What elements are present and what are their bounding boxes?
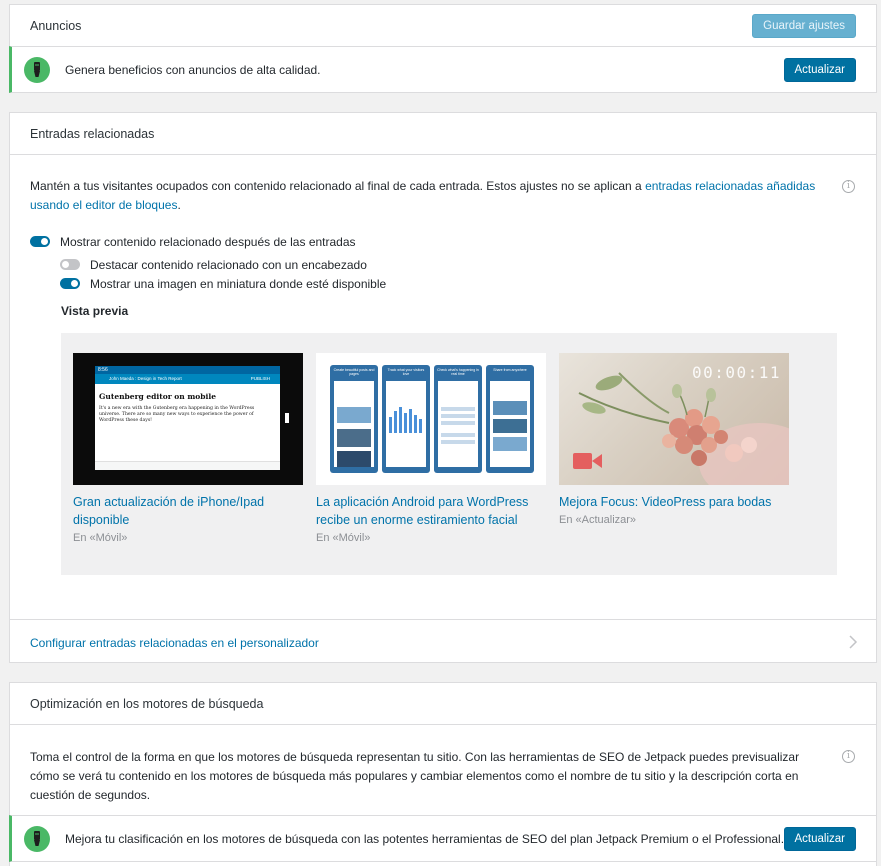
video-timecode: 00:00:11 xyxy=(691,363,781,382)
related-posts-card: Entradas relacionadas Mantén a tus visit… xyxy=(9,112,877,663)
related-post-thumbnail[interactable]: 8:56 John Maeda : Design in Tech Report … xyxy=(73,353,303,485)
seo-card-title: Optimización en los motores de búsqueda xyxy=(30,696,264,711)
seo-description: Toma el control de la forma en que los m… xyxy=(30,750,800,802)
ads-upgrade-nudge[interactable]: Genera beneficios con anuncios de alta c… xyxy=(9,46,877,93)
related-posts-description: Mantén a tus visitantes ocupados con con… xyxy=(30,179,816,212)
related-post-context: En «Actualizar» xyxy=(559,514,637,526)
ads-nudge-text: Genera beneficios con anuncios de alta c… xyxy=(65,62,321,77)
info-icon[interactable]: i xyxy=(842,750,855,763)
seo-nudge-text: Mejora tu clasificación en los motores d… xyxy=(65,831,785,846)
related-post-title[interactable]: La aplicación Android para WordPress rec… xyxy=(316,493,546,529)
ads-card-header: Anuncios Guardar ajustes xyxy=(10,5,876,47)
save-settings-button[interactable]: Guardar ajustes xyxy=(752,14,856,38)
seo-card-header: Optimización en los motores de búsqueda xyxy=(10,683,876,725)
ads-card-title: Anuncios xyxy=(30,19,82,33)
customizer-link[interactable]: Configurar entradas relacionadas en el p… xyxy=(30,636,319,650)
ads-card: Anuncios Guardar ajustes xyxy=(9,4,877,47)
related-posts-title: Entradas relacionadas xyxy=(30,126,155,141)
chevron-right-icon xyxy=(848,634,858,653)
related-post-title[interactable]: Mejora Focus: VideoPress para bodas xyxy=(559,493,789,511)
related-post-title[interactable]: Gran actualización de iPhone/Ipad dispon… xyxy=(73,493,303,529)
related-post-thumbnail[interactable]: Create beautiful posts and pages Track w… xyxy=(316,353,546,485)
related-post-item: 00:00:11 Mejora Focus: VideoPress para b… xyxy=(559,353,789,526)
show-thumbnail-label: Mostrar una imagen en miniatura donde es… xyxy=(90,277,387,291)
related-post-context: En «Móvil» xyxy=(73,532,128,544)
customizer-link-row[interactable]: Configurar entradas relacionadas en el p… xyxy=(10,619,876,663)
related-posts-header: Entradas relacionadas xyxy=(10,113,876,155)
jetpack-plan-icon xyxy=(24,825,50,852)
info-icon[interactable]: i xyxy=(842,180,855,193)
related-post-thumbnail[interactable]: 00:00:11 xyxy=(559,353,789,485)
show-related-content-toggle[interactable] xyxy=(30,236,50,247)
jetpack-plan-icon xyxy=(24,56,50,83)
show-thumbnail-toggle[interactable] xyxy=(60,278,80,289)
show-related-content-label: Mostrar contenido relacionado después de… xyxy=(60,235,356,249)
ads-upgrade-button[interactable]: Actualizar xyxy=(783,58,856,82)
preview-heading: Vista previa xyxy=(61,304,129,318)
seo-upgrade-nudge[interactable]: Mejora tu clasificación en los motores d… xyxy=(9,815,877,862)
related-posts-preview: 8:56 John Maeda : Design in Tech Report … xyxy=(61,333,837,575)
related-post-item: Create beautiful posts and pages Track w… xyxy=(316,353,546,544)
highlight-heading-label: Destacar contenido relacionado con un en… xyxy=(90,258,367,272)
seo-upgrade-button[interactable]: Actualizar xyxy=(783,827,856,851)
video-camera-icon xyxy=(573,451,603,474)
related-post-item: 8:56 John Maeda : Design in Tech Report … xyxy=(73,353,303,544)
related-post-context: En «Móvil» xyxy=(316,532,371,544)
highlight-heading-toggle[interactable] xyxy=(60,259,80,270)
